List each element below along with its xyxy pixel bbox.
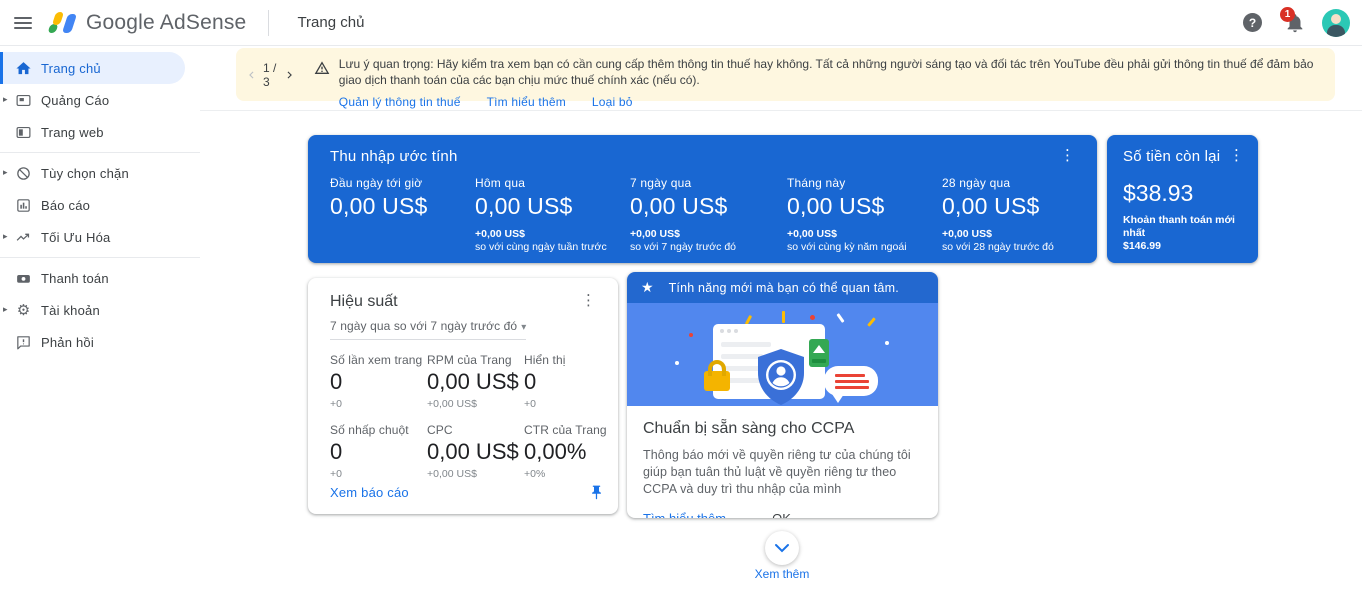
- menu-icon[interactable]: [14, 17, 32, 29]
- payments-icon: [15, 270, 32, 287]
- chat-bubble-illustration: [824, 366, 878, 396]
- sidebar-item-feedback[interactable]: Phản hồi: [0, 326, 185, 358]
- sidebar-item-payments[interactable]: Thanh toán: [0, 262, 185, 294]
- image-card-illustration: [809, 339, 829, 367]
- earnings-card-menu-icon[interactable]: ⋮: [1056, 148, 1079, 163]
- metric-impressions: Hiển thị 0 +0: [524, 353, 607, 410]
- dropdown-arrow-icon: ▾: [521, 322, 526, 333]
- balance-card-title: Số tiền còn lại: [1123, 148, 1220, 165]
- sidebar-item-label: Tối Ưu Hóa: [41, 230, 110, 245]
- view-report-link[interactable]: Xem báo cáo: [330, 485, 409, 500]
- earnings-column-yesterday: Hôm qua 0,00 US$ +0,00 US$ so với cùng n…: [475, 176, 630, 253]
- estimated-earnings-card: Thu nhập ước tính ⋮ Đầu ngày tới giờ 0,0…: [308, 135, 1097, 263]
- earnings-column-28days: 28 ngày qua 0,00 US$ +0,00 US$ so với 28…: [942, 176, 1054, 253]
- earnings-column-7days: 7 ngày qua 0,00 US$ +0,00 US$ so với 7 n…: [630, 176, 787, 253]
- sidebar-item-label: Trang chủ: [41, 61, 101, 76]
- promo-ok-button[interactable]: OK: [772, 511, 791, 518]
- lock-icon: [704, 371, 730, 391]
- period-selector[interactable]: 7 ngày qua so với 7 ngày trước đó▾: [330, 319, 526, 340]
- prev-banner-icon[interactable]: [249, 69, 254, 81]
- banner-message: Lưu ý quan trọng: Hãy kiểm tra xem bạn c…: [339, 56, 1335, 88]
- expand-caret-icon[interactable]: ▸: [3, 305, 8, 315]
- metric-cpc: CPC 0,00 US$ +0,00 US$: [427, 423, 524, 480]
- earnings-column-month: Tháng này 0,00 US$ +0,00 US$ so với cùng…: [787, 176, 942, 253]
- promo-header: ★ Tính năng mới mà bạn có thể quan tâm.: [627, 272, 938, 303]
- sidebar-item-reports[interactable]: Báo cáo: [0, 189, 185, 221]
- last-payment-amount: $146.99: [1123, 240, 1248, 253]
- sidebar-item-label: Phản hồi: [41, 335, 94, 350]
- account-settings-gear-icon: ⚙: [15, 302, 32, 319]
- pin-icon[interactable]: [589, 484, 604, 501]
- balance-card-menu-icon[interactable]: ⋮: [1225, 148, 1248, 163]
- balance-amount: $38.93: [1123, 180, 1248, 207]
- sites-icon: [15, 124, 32, 141]
- sidebar-divider: [0, 152, 200, 153]
- notification-badge: 1: [1280, 7, 1295, 22]
- sidebar-item-label: Báo cáo: [41, 198, 90, 213]
- sidebar-item-optimization[interactable]: ▸ Tối Ưu Hóa: [0, 221, 185, 253]
- promo-body-text: Thông báo mới về quyền riêng tư của chún…: [643, 447, 922, 498]
- help-icon[interactable]: ?: [1243, 13, 1262, 32]
- block-icon: [15, 165, 32, 182]
- page-title: Trang chủ: [297, 14, 364, 31]
- performance-card-title: Hiệu suất: [330, 293, 398, 311]
- expand-caret-icon[interactable]: ▸: [3, 232, 8, 242]
- promo-learn-more-link[interactable]: Tìm hiểu thêm: [643, 511, 726, 518]
- privacy-illustration: [627, 303, 938, 406]
- manage-tax-info-link[interactable]: Quản lý thông tin thuế: [339, 95, 461, 109]
- metrics-grid: Số lần xem trang 0 +0 RPM của Trang 0,00…: [330, 353, 600, 480]
- banner-pager: 1 / 3: [249, 48, 292, 101]
- star-icon: ★: [641, 280, 654, 296]
- notifications-bell-icon[interactable]: 1: [1284, 12, 1306, 34]
- show-more-button[interactable]: [765, 531, 799, 565]
- balance-card: Số tiền còn lại ⋮ $38.93 Khoản thanh toá…: [1107, 135, 1258, 263]
- sidebar-item-home[interactable]: Trang chủ: [0, 52, 185, 84]
- earnings-card-title: Thu nhập ước tính: [330, 148, 458, 165]
- sidebar-item-label: Quảng Cáo: [41, 93, 109, 108]
- feedback-icon: [15, 334, 32, 351]
- promo-title: Chuẩn bị sẵn sàng cho CCPA: [643, 420, 922, 438]
- dismiss-link[interactable]: Loại bỏ: [592, 95, 633, 109]
- next-banner-icon[interactable]: [287, 69, 292, 81]
- sidebar-item-label: Tài khoản: [41, 303, 100, 318]
- earnings-column-today: Đầu ngày tới giờ 0,00 US$: [330, 176, 475, 253]
- sidebar-divider: [0, 257, 200, 258]
- user-avatar[interactable]: [1322, 9, 1350, 37]
- show-more-label[interactable]: Xem thêm: [707, 567, 857, 581]
- chevron-down-icon: [774, 543, 790, 553]
- performance-card-menu-icon[interactable]: ⋮: [577, 293, 600, 308]
- warning-icon: [314, 60, 330, 101]
- promo-header-text: Tính năng mới mà bạn có thể quan tâm.: [669, 281, 899, 295]
- ccpa-promo-card: ★ Tính năng mới mà bạn có thể quan tâm. …: [627, 272, 938, 518]
- expand-caret-icon[interactable]: ▸: [3, 95, 8, 105]
- last-payment-label: Khoản thanh toán mới nhất: [1123, 214, 1248, 240]
- metric-page-rpm: RPM của Trang 0,00 US$ +0,00 US$: [427, 353, 524, 410]
- learn-more-link[interactable]: Tìm hiểu thêm: [487, 95, 566, 109]
- sidebar-item-sites[interactable]: Trang web: [0, 116, 185, 148]
- banner-page-indicator: 1 / 3: [263, 61, 278, 89]
- shield-user-icon: [755, 348, 807, 406]
- header-divider: [268, 10, 269, 36]
- metric-page-ctr: CTR của Trang 0,00% +0%: [524, 423, 607, 480]
- app-header: Google AdSense Trang chủ ? 1: [0, 0, 1362, 46]
- sidebar-item-account[interactable]: ▸ ⚙ Tài khoản: [0, 294, 185, 326]
- ads-icon: [15, 92, 32, 109]
- home-icon: [15, 60, 32, 77]
- metric-clicks: Số nhấp chuột 0 +0: [330, 423, 427, 480]
- optimization-icon: [15, 229, 32, 246]
- adsense-logo-icon: [48, 10, 78, 36]
- sidebar: Trang chủ ▸ Quảng Cáo Trang web ▸ Tùy ch…: [0, 46, 200, 604]
- reports-icon: [15, 197, 32, 214]
- sidebar-item-label: Thanh toán: [41, 271, 109, 286]
- expand-caret-icon[interactable]: ▸: [3, 168, 8, 178]
- performance-card: Hiệu suất ⋮ 7 ngày qua so với 7 ngày trư…: [308, 278, 618, 514]
- sidebar-item-blocking[interactable]: ▸ Tùy chọn chặn: [0, 157, 185, 189]
- sidebar-item-ads[interactable]: ▸ Quảng Cáo: [0, 84, 185, 116]
- brand-name: Google AdSense: [86, 11, 246, 35]
- metric-pageviews: Số lần xem trang 0 +0: [330, 353, 427, 410]
- sidebar-item-label: Tùy chọn chặn: [41, 166, 129, 181]
- sidebar-item-label: Trang web: [41, 125, 104, 140]
- tax-notice-banner: 1 / 3 Lưu ý quan trọng: Hãy kiểm tra xem…: [236, 48, 1335, 101]
- content-divider: [200, 110, 1362, 111]
